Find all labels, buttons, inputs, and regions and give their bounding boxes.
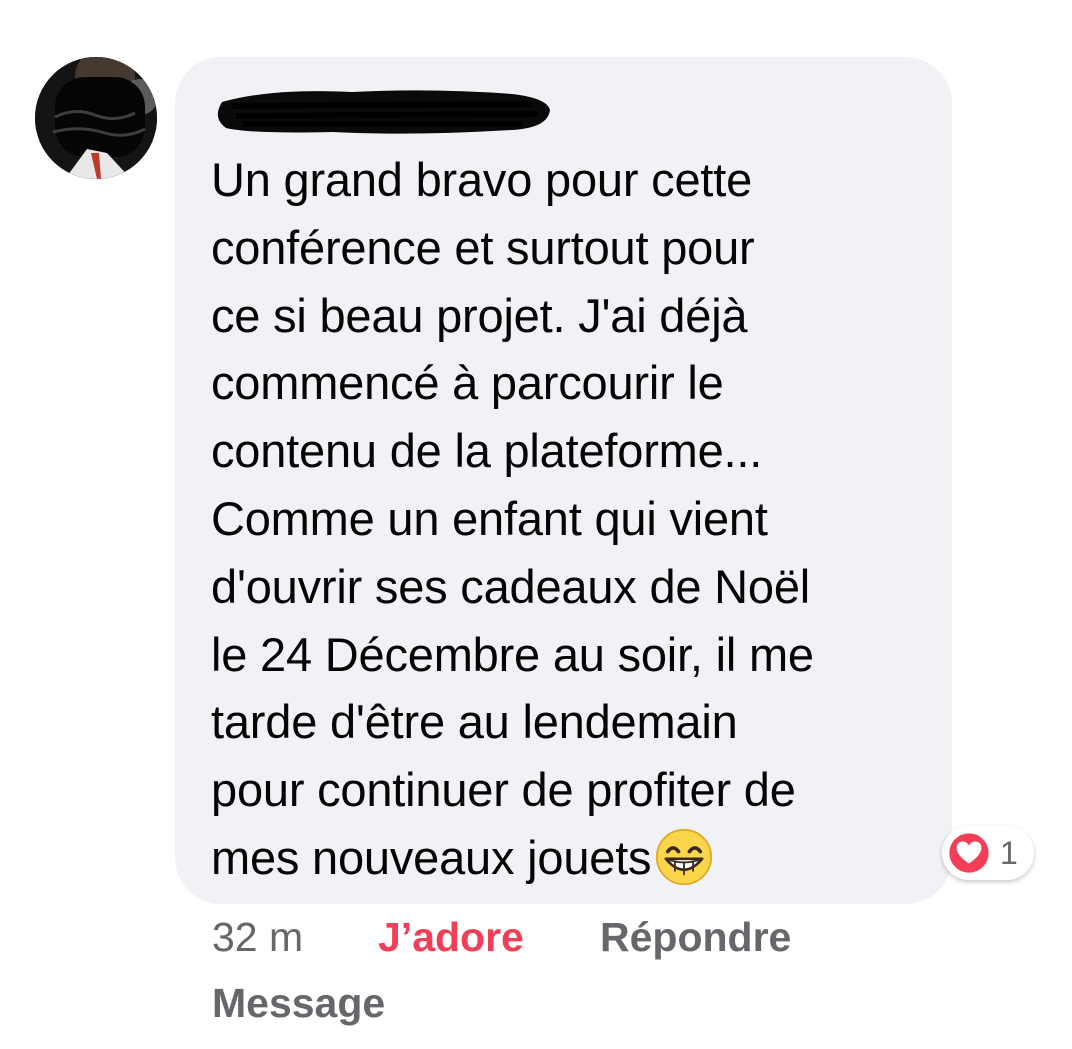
comment-page: Un grand bravo pour cette conférence et …	[0, 0, 1072, 1049]
reaction-summary[interactable]: 1	[942, 826, 1034, 880]
comment-text: Un grand bravo pour cette conférence et …	[211, 146, 931, 892]
reply-button[interactable]: Répondre	[600, 914, 791, 961]
reaction-count: 1	[1000, 834, 1018, 871]
love-reaction-button[interactable]: J’adore	[378, 914, 524, 961]
avatar[interactable]	[35, 57, 157, 179]
author-name-redaction	[217, 90, 551, 134]
timestamp[interactable]: 32 m	[212, 914, 303, 961]
heart-icon	[946, 830, 992, 876]
message-button[interactable]: Message	[212, 980, 385, 1027]
comment-body: Un grand bravo pour cette conférence et …	[211, 153, 814, 884]
avatar-image	[35, 57, 157, 179]
grinning-face-with-smiling-eyes-icon	[656, 828, 713, 886]
